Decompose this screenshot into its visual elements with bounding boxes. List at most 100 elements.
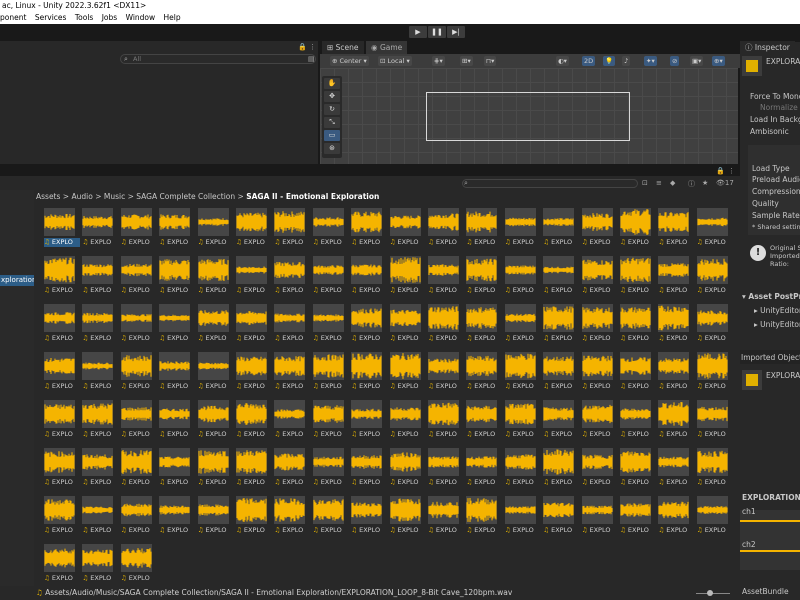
asset-item[interactable]: ♫ EXPLO [389,256,424,300]
play-button[interactable]: ▶ [409,26,427,38]
asset-item[interactable]: ♫ EXPLO [543,448,577,492]
asset-item[interactable]: ♫ EXPLO [620,448,654,492]
project-search-input[interactable] [462,179,638,188]
asset-item[interactable]: ♫ EXPLO [197,208,232,252]
asset-item[interactable]: ♫ EXPLO [197,448,232,492]
asset-item[interactable]: ♫ EXPLO [658,304,692,348]
filter-by-label-icon[interactable]: ≡ [656,179,662,187]
asset-item[interactable]: ♫ EXPLO [696,400,731,444]
asset-item[interactable]: ♫ EXPLO [389,400,424,444]
hidden-count-icon[interactable]: 👁17 [716,179,734,187]
asset-item[interactable]: ♫ EXPLO [197,256,232,300]
asset-item[interactable]: ♫ EXPLO [312,448,347,492]
asset-item[interactable]: ♫ EXPLO [274,208,308,252]
asset-item[interactable]: ♫ EXPLO [159,256,193,300]
asset-item[interactable]: ♫ EXPLO [236,208,270,252]
gizmos-icon[interactable]: ⊕▾ [712,56,725,66]
asset-item[interactable]: ♫ EXPLO [82,352,116,396]
hand-tool-icon[interactable]: ✋ [324,78,340,89]
asset-item[interactable]: ♫ EXPLO [351,256,385,300]
asset-item[interactable]: ♫ EXPLO [620,496,654,540]
asset-item[interactable]: ♫ EXPLO [428,208,462,252]
asset-item[interactable]: ♫ EXPLO [428,400,462,444]
asset-item[interactable]: ♫ EXPLO [466,304,500,348]
asset-item[interactable]: ♫ EXPLO [351,400,385,444]
asset-item[interactable]: ♫ EXPLO [543,304,577,348]
asset-item[interactable]: ♫ EXPLO [351,352,385,396]
asset-item[interactable]: ♫ EXPLO [466,496,500,540]
asset-item[interactable]: ♫ EXPLO [236,496,270,540]
asset-item[interactable]: ♫ EXPLO [159,304,193,348]
asset-item[interactable]: ♫ EXPLO [44,208,80,252]
menu-jobs[interactable]: Jobs [102,13,117,22]
asset-item[interactable]: ♫ EXPLO [274,400,308,444]
folder-tree-selected[interactable]: xploration [0,275,34,286]
asset-item[interactable]: ♫ EXPLO [351,208,385,252]
asset-item[interactable]: ♫ EXPLO [543,496,577,540]
asset-item[interactable]: ♫ EXPLO [312,208,347,252]
asset-item[interactable]: ♫ EXPLO [351,448,385,492]
menu-dots-icon[interactable]: ⋮ [309,43,316,51]
asset-item[interactable]: ♫ EXPLO [658,256,692,300]
asset-item[interactable]: ♫ EXPLO [428,448,462,492]
asset-item[interactable]: ♫ EXPLO [428,352,462,396]
filter-icon[interactable]: ▤ [308,55,315,63]
breadcrumb-audio[interactable]: Audio [71,192,92,201]
asset-item[interactable]: ♫ EXPLO [236,400,270,444]
asset-item[interactable]: ♫ EXPLO [504,496,539,540]
visibility-icon[interactable]: ⊘ [670,56,680,66]
asset-item[interactable]: ♫ EXPLO [197,400,232,444]
asset-item[interactable]: ♫ EXPLO [620,304,654,348]
breadcrumb-current[interactable]: SAGA II - Emotional Exploration [246,192,379,201]
asset-item[interactable]: ♫ EXPLO [620,400,654,444]
asset-item[interactable]: ♫ EXPLO [466,400,500,444]
asset-item[interactable]: ♫ EXPLO [312,304,347,348]
menu-services[interactable]: Services [35,13,67,22]
asset-item[interactable]: ♫ EXPLO [696,448,731,492]
asset-item[interactable]: ♫ EXPLO [696,208,731,252]
asset-item[interactable]: ♫ EXPLO [120,448,155,492]
asset-item[interactable]: ♫ EXPLO [351,496,385,540]
asset-item[interactable]: ♫ EXPLO [428,496,462,540]
asset-item[interactable]: ♫ EXPLO [236,352,270,396]
asset-item[interactable]: ♫ EXPLO [159,352,193,396]
slider-handle[interactable] [707,590,713,596]
menu-component[interactable]: ponent [0,13,26,22]
asset-item[interactable]: ♫ EXPLO [159,208,193,252]
asset-item[interactable]: ♫ EXPLO [581,448,616,492]
tab-game[interactable]: ◉ Game [366,41,408,55]
asset-item[interactable]: ♫ EXPLO [696,304,731,348]
asset-item[interactable]: ♫ EXPLO [120,352,155,396]
audio-icon[interactable]: ♪ [622,56,631,66]
asset-item[interactable]: ♫ EXPLO [581,400,616,444]
tab-scene[interactable]: ⊞ Scene [322,41,364,55]
asset-item[interactable]: ♫ EXPLO [658,208,692,252]
pivot-dropdown[interactable]: ⊕ Center ▾ [330,56,369,66]
asset-item[interactable]: ♫ EXPLO [120,208,155,252]
asset-item[interactable]: ♫ EXPLO [274,304,308,348]
asset-item[interactable]: ♫ EXPLO [466,448,500,492]
rotate-tool-icon[interactable]: ↻ [324,104,340,115]
asset-item[interactable]: ♫ EXPLO [696,352,731,396]
asset-item[interactable]: ♫ EXPLO [44,448,78,492]
asset-item[interactable]: ♫ EXPLO [44,400,78,444]
move-tool-icon[interactable]: ✥ [324,91,340,102]
asset-item[interactable]: ♫ EXPLO [120,400,155,444]
asset-item[interactable]: ♫ EXPLO [581,352,616,396]
info-icon[interactable]: ⓘ [688,179,695,189]
asset-item[interactable]: ♫ EXPLO [504,448,539,492]
asset-item[interactable]: ♫ EXPLO [82,496,116,540]
asset-item[interactable]: ♫ EXPLO [159,400,193,444]
asset-item[interactable]: ♫ EXPLO [543,256,577,300]
asset-item[interactable]: ♫ EXPLO [312,496,347,540]
asset-item[interactable]: ♫ EXPLO [274,496,308,540]
lock-icon[interactable]: 🔒 [716,167,725,175]
asset-item[interactable]: ♫ EXPLO [274,448,308,492]
hierarchy-search-input[interactable]: All [120,54,316,64]
asset-item[interactable]: ♫ EXPLO [504,304,539,348]
asset-item[interactable]: ♫ EXPLO [620,208,654,252]
effects-icon[interactable]: ✦▾ [644,56,657,66]
asset-item[interactable]: ♫ EXPLO [44,256,78,300]
asset-item[interactable]: ♫ EXPLO [620,256,654,300]
asset-item[interactable]: ♫ EXPLO [44,496,78,540]
